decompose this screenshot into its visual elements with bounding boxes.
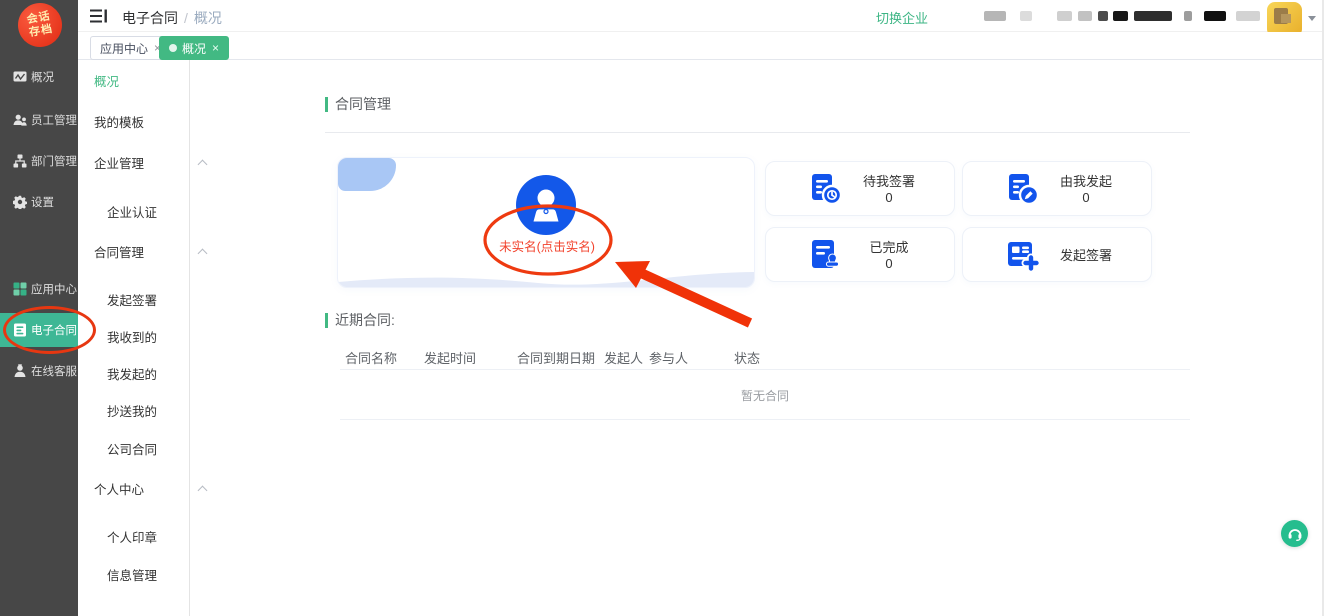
tab-label: 应用中心 bbox=[100, 40, 148, 57]
column-header-participants: 参与人 bbox=[649, 348, 688, 367]
document-clock-icon bbox=[806, 170, 844, 208]
sidebar-item-online-support[interactable]: 在线客服 bbox=[0, 359, 78, 383]
menu-item-info-management[interactable]: 信息管理 bbox=[107, 567, 157, 585]
sidebar-item-label: 员工管理 bbox=[31, 112, 77, 128]
open-tabs-bar: 应用中心 × 概况 × bbox=[78, 32, 1324, 60]
headset-icon bbox=[1287, 526, 1303, 541]
menu-item-initiate-sign[interactable]: 发起签署 bbox=[107, 292, 157, 310]
stat-label: 发起签署 bbox=[1060, 247, 1112, 264]
sidebar-item-label: 部门管理 bbox=[31, 153, 77, 169]
sidebar-item-econtract[interactable]: 电子合同 bbox=[0, 313, 78, 347]
menu-group-contracts[interactable]: 合同管理 bbox=[94, 244, 144, 262]
primary-sidebar: 会话 存档 概况 员工管理 部门管理 设置 bbox=[0, 0, 78, 616]
apps-icon bbox=[13, 282, 27, 296]
stat-card-initiate-signing[interactable]: 发起签署 bbox=[962, 227, 1152, 282]
settings-icon bbox=[13, 195, 27, 209]
stat-value: 0 bbox=[885, 256, 892, 272]
sidebar-item-label: 概况 bbox=[31, 69, 54, 85]
tab-overview[interactable]: 概况 × bbox=[159, 36, 229, 60]
sidebar-item-label: 设置 bbox=[31, 194, 54, 210]
top-bar: 电子合同 / 概况 切换企业 bbox=[78, 0, 1324, 32]
realname-avatar-button[interactable] bbox=[516, 175, 576, 235]
active-tab-dot bbox=[169, 44, 177, 52]
divider bbox=[325, 132, 1190, 133]
menu-group-enterprise[interactable]: 企业管理 bbox=[94, 155, 144, 173]
redacted-text-block bbox=[1134, 11, 1172, 21]
column-header-contract-name: 合同名称 bbox=[345, 348, 397, 367]
app-logo-text: 存档 bbox=[28, 23, 54, 40]
redacted-text-block bbox=[1204, 11, 1226, 21]
sidebar-item-label: 应用中心 bbox=[31, 281, 77, 297]
breadcrumb-parent[interactable]: 电子合同 bbox=[122, 10, 178, 26]
stat-card-awaiting-my-signature[interactable]: 待我签署0 bbox=[765, 161, 955, 216]
realname-card: 未实名(点击实名) bbox=[337, 157, 755, 288]
menu-item-overview[interactable]: 概况 bbox=[94, 73, 119, 91]
document-plus-icon bbox=[1003, 236, 1041, 274]
menu-item-cc-me[interactable]: 抄送我的 bbox=[107, 403, 157, 421]
sidebar-item-settings[interactable]: 设置 bbox=[0, 190, 78, 214]
support-icon bbox=[13, 364, 27, 378]
menu-item-initiated[interactable]: 我发起的 bbox=[107, 366, 157, 384]
chevron-down-icon[interactable] bbox=[1308, 16, 1316, 21]
table-header-row: 合同名称 发起时间 合同到期日期 发起人 参与人 状态 bbox=[0, 348, 1324, 366]
sidebar-item-app-center[interactable]: 应用中心 bbox=[0, 277, 78, 301]
column-header-start-time: 发起时间 bbox=[424, 348, 476, 367]
breadcrumb: 电子合同 / 概况 bbox=[122, 8, 222, 28]
decorative-blob bbox=[338, 158, 396, 191]
column-header-expiry-date: 合同到期日期 bbox=[517, 348, 595, 367]
contract-icon bbox=[13, 323, 27, 337]
sidebar-item-departments[interactable]: 部门管理 bbox=[0, 149, 78, 173]
menu-item-company-contracts[interactable]: 公司合同 bbox=[107, 441, 157, 459]
app-logo: 会话 存档 bbox=[15, 0, 66, 50]
redacted-text-block bbox=[1020, 11, 1032, 21]
stat-card-completed[interactable]: 已完成0 bbox=[765, 227, 955, 282]
sidebar-item-label: 在线客服 bbox=[31, 363, 77, 379]
menu-item-enterprise-auth[interactable]: 企业认证 bbox=[107, 204, 157, 222]
menu-item-personal-seal[interactable]: 个人印章 bbox=[107, 529, 157, 547]
breadcrumb-separator: / bbox=[184, 10, 188, 26]
customer-service-button[interactable] bbox=[1281, 520, 1308, 547]
dashboard-icon bbox=[13, 70, 27, 84]
close-icon[interactable]: × bbox=[212, 41, 219, 55]
redacted-text-block bbox=[1078, 11, 1092, 21]
redacted-text-block bbox=[1057, 11, 1072, 21]
switch-company-link[interactable]: 切换企业 bbox=[876, 8, 928, 27]
stat-value: 0 bbox=[1082, 190, 1089, 206]
main-content bbox=[190, 60, 1324, 616]
realname-link[interactable]: 未实名(点击实名) bbox=[338, 236, 755, 255]
menu-item-my-templates[interactable]: 我的模板 bbox=[94, 114, 144, 132]
document-stamp-icon bbox=[806, 236, 844, 274]
decorative-wave bbox=[338, 267, 755, 287]
sidebar-item-label: 电子合同 bbox=[31, 322, 77, 338]
section-title-recent-contracts: 近期合同: bbox=[325, 313, 395, 328]
stat-label: 已完成 bbox=[869, 239, 908, 256]
menu-group-personal[interactable]: 个人中心 bbox=[94, 481, 144, 499]
column-header-initiator: 发起人 bbox=[604, 348, 643, 367]
redacted-text-block bbox=[1113, 11, 1128, 21]
stat-label: 由我发起 bbox=[1060, 173, 1112, 190]
divider bbox=[340, 419, 1190, 420]
menu-item-received[interactable]: 我收到的 bbox=[107, 329, 157, 347]
document-edit-icon bbox=[1003, 170, 1041, 208]
redacted-text-block bbox=[1236, 11, 1260, 21]
departments-icon bbox=[13, 154, 27, 168]
sidebar-item-employees[interactable]: 员工管理 bbox=[0, 108, 78, 132]
employees-icon bbox=[13, 113, 27, 127]
redacted-text-block bbox=[1098, 11, 1108, 21]
sidebar-item-overview[interactable]: 概况 bbox=[0, 65, 78, 89]
stat-card-initiated-by-me[interactable]: 由我发起0 bbox=[962, 161, 1152, 216]
secondary-sidebar: 概况 我的模板 企业管理 企业认证 合同管理 发起签署 我收到的 我发起的 抄送… bbox=[78, 60, 190, 616]
redacted-text-block bbox=[984, 11, 1006, 21]
stat-value: 0 bbox=[885, 190, 892, 206]
stat-label: 待我签署 bbox=[863, 173, 915, 190]
tab-label: 概况 bbox=[182, 40, 206, 57]
redacted-text-block bbox=[1184, 11, 1192, 21]
collapse-menu-icon[interactable] bbox=[90, 9, 108, 23]
empty-state-text: 暂无合同 bbox=[340, 387, 1190, 404]
divider bbox=[340, 369, 1190, 370]
breadcrumb-current: 概况 bbox=[194, 10, 222, 26]
section-title-contract-management: 合同管理 bbox=[325, 97, 391, 112]
column-header-status: 状态 bbox=[734, 348, 760, 367]
